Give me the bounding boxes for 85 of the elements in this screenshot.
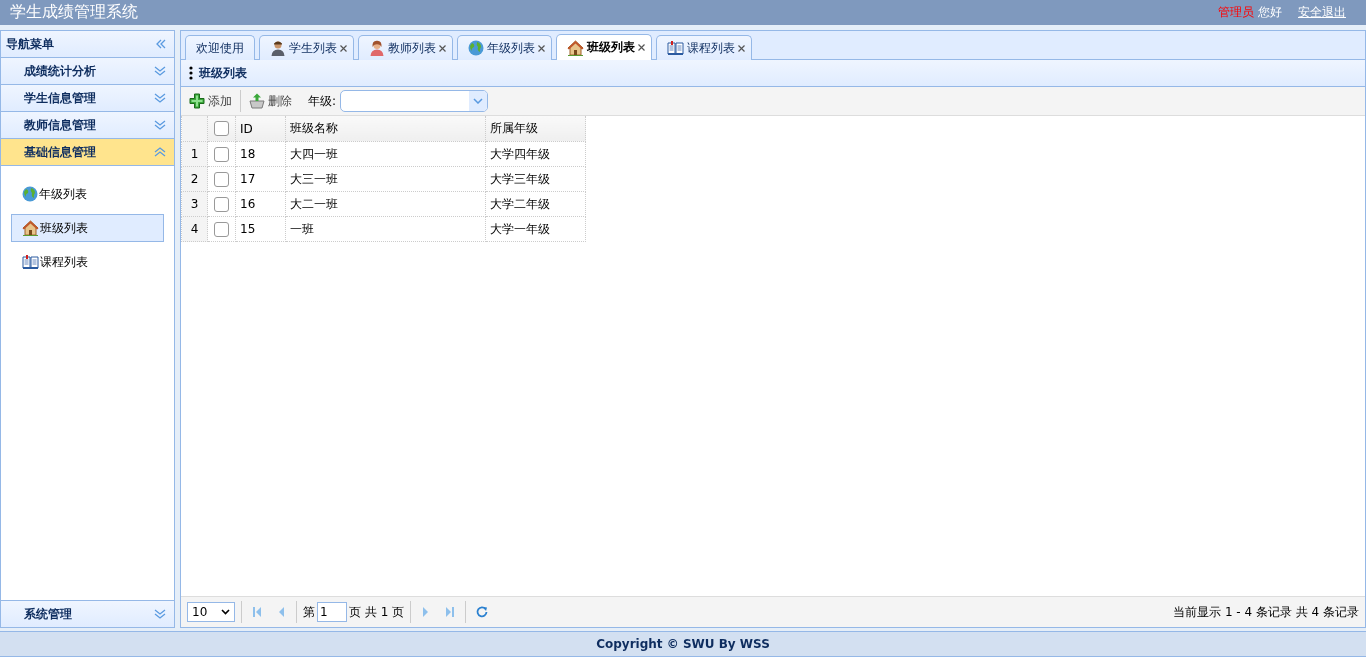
person-icon bbox=[369, 40, 385, 56]
table-cell: 一班 bbox=[285, 216, 486, 242]
last-page-icon bbox=[445, 606, 456, 618]
nav-item[interactable]: 课程列表 bbox=[11, 248, 164, 276]
nav-title: 导航菜单 bbox=[6, 35, 54, 53]
table-cell: 18 bbox=[235, 141, 286, 167]
expand-icon bbox=[154, 93, 166, 103]
tab[interactable]: 课程列表 bbox=[656, 35, 752, 60]
close-icon[interactable] bbox=[340, 44, 347, 52]
collapse-icon bbox=[154, 147, 166, 157]
table-cell: 大学二年级 bbox=[485, 191, 586, 217]
page-label: 第 bbox=[303, 603, 315, 621]
table-cell: 大学四年级 bbox=[485, 141, 586, 167]
column-header[interactable]: 所属年级 bbox=[485, 116, 586, 142]
delete-button[interactable]: 删除 bbox=[245, 90, 296, 112]
page-count-label: 页 共 1 页 bbox=[349, 603, 405, 621]
greeting: 您好 bbox=[1258, 4, 1282, 21]
close-icon[interactable] bbox=[538, 44, 545, 52]
book-icon bbox=[667, 41, 684, 55]
page-input[interactable]: 1 bbox=[317, 602, 347, 622]
record-info: 当前显示 1 - 4 条记录 共 4 条记录 bbox=[1173, 603, 1359, 621]
row-checkbox[interactable] bbox=[214, 146, 229, 162]
column-header[interactable]: ID bbox=[235, 116, 286, 142]
row-number: 4 bbox=[181, 216, 208, 242]
select-all-checkbox[interactable] bbox=[214, 121, 229, 136]
filter-label: 年级: bbox=[308, 92, 337, 110]
table-cell: 大学一年级 bbox=[485, 216, 586, 242]
grade-combobox[interactable] bbox=[340, 90, 489, 112]
refresh-icon bbox=[476, 606, 489, 618]
table-cell: 大学三年级 bbox=[485, 166, 586, 192]
accordion-title: 学生信息管理 bbox=[24, 89, 96, 107]
table-cell: 17 bbox=[235, 166, 286, 192]
table-cell: 大二一班 bbox=[285, 191, 486, 217]
row-number: 2 bbox=[181, 166, 208, 192]
accordion-header[interactable]: 成绩统计分析 bbox=[1, 58, 174, 85]
person-icon bbox=[270, 40, 286, 56]
expand-icon bbox=[154, 609, 166, 619]
user-role: 管理员 bbox=[1218, 4, 1254, 21]
nav-item[interactable]: 班级列表 bbox=[11, 214, 164, 242]
row-checkbox[interactable] bbox=[214, 196, 229, 212]
row-checkbox[interactable] bbox=[214, 221, 229, 237]
accordion-title: 系统管理 bbox=[24, 605, 72, 623]
house-icon bbox=[22, 220, 39, 236]
close-icon[interactable] bbox=[439, 44, 446, 52]
more-icon bbox=[189, 66, 193, 80]
close-icon[interactable] bbox=[638, 44, 645, 51]
copyright-text: Copyright © SWU By WSS bbox=[596, 637, 770, 651]
tab[interactable]: 年级列表 bbox=[457, 35, 552, 60]
close-icon[interactable] bbox=[738, 44, 745, 52]
app-title: 学生成绩管理系统 bbox=[10, 2, 138, 23]
accordion-title: 教师信息管理 bbox=[24, 116, 96, 134]
page-size-select[interactable]: 10 bbox=[187, 602, 235, 622]
nav-item[interactable]: 年级列表 bbox=[11, 180, 164, 208]
accordion-title: 成绩统计分析 bbox=[24, 62, 96, 80]
tab[interactable]: 学生列表 bbox=[259, 35, 354, 60]
globe-icon bbox=[468, 40, 484, 56]
collapse-icon bbox=[156, 39, 166, 49]
row-number: 3 bbox=[181, 191, 208, 217]
chevron-down-icon bbox=[221, 609, 230, 615]
add-button[interactable]: 添加 bbox=[185, 90, 236, 112]
accordion-header[interactable]: 基础信息管理 bbox=[1, 139, 174, 166]
table-cell: 大三一班 bbox=[285, 166, 486, 192]
table-cell: 大四一班 bbox=[285, 141, 486, 167]
accordion-title: 基础信息管理 bbox=[24, 143, 96, 161]
panel-title: 班级列表 bbox=[199, 64, 247, 82]
basket-icon bbox=[249, 93, 265, 109]
column-header[interactable]: 班级名称 bbox=[285, 116, 486, 142]
accordion-header[interactable]: 学生信息管理 bbox=[1, 85, 174, 112]
table-cell: 16 bbox=[235, 191, 286, 217]
table-cell: 15 bbox=[235, 216, 286, 242]
tab[interactable]: 教师列表 bbox=[358, 35, 453, 60]
plus-icon bbox=[189, 93, 205, 109]
row-checkbox[interactable] bbox=[214, 171, 229, 187]
accordion-header[interactable]: 教师信息管理 bbox=[1, 112, 174, 139]
expand-icon bbox=[154, 120, 166, 130]
book-icon bbox=[22, 255, 39, 269]
accordion-header[interactable]: 系统管理 bbox=[1, 600, 174, 627]
globe-icon bbox=[22, 186, 38, 202]
chevron-down-icon bbox=[473, 98, 484, 104]
tab[interactable]: 班级列表 bbox=[556, 34, 652, 60]
expand-icon bbox=[154, 66, 166, 76]
row-number: 1 bbox=[181, 141, 208, 167]
tab[interactable]: 欢迎使用 bbox=[185, 35, 255, 60]
first-page-icon bbox=[252, 606, 262, 618]
house-icon bbox=[567, 39, 584, 56]
